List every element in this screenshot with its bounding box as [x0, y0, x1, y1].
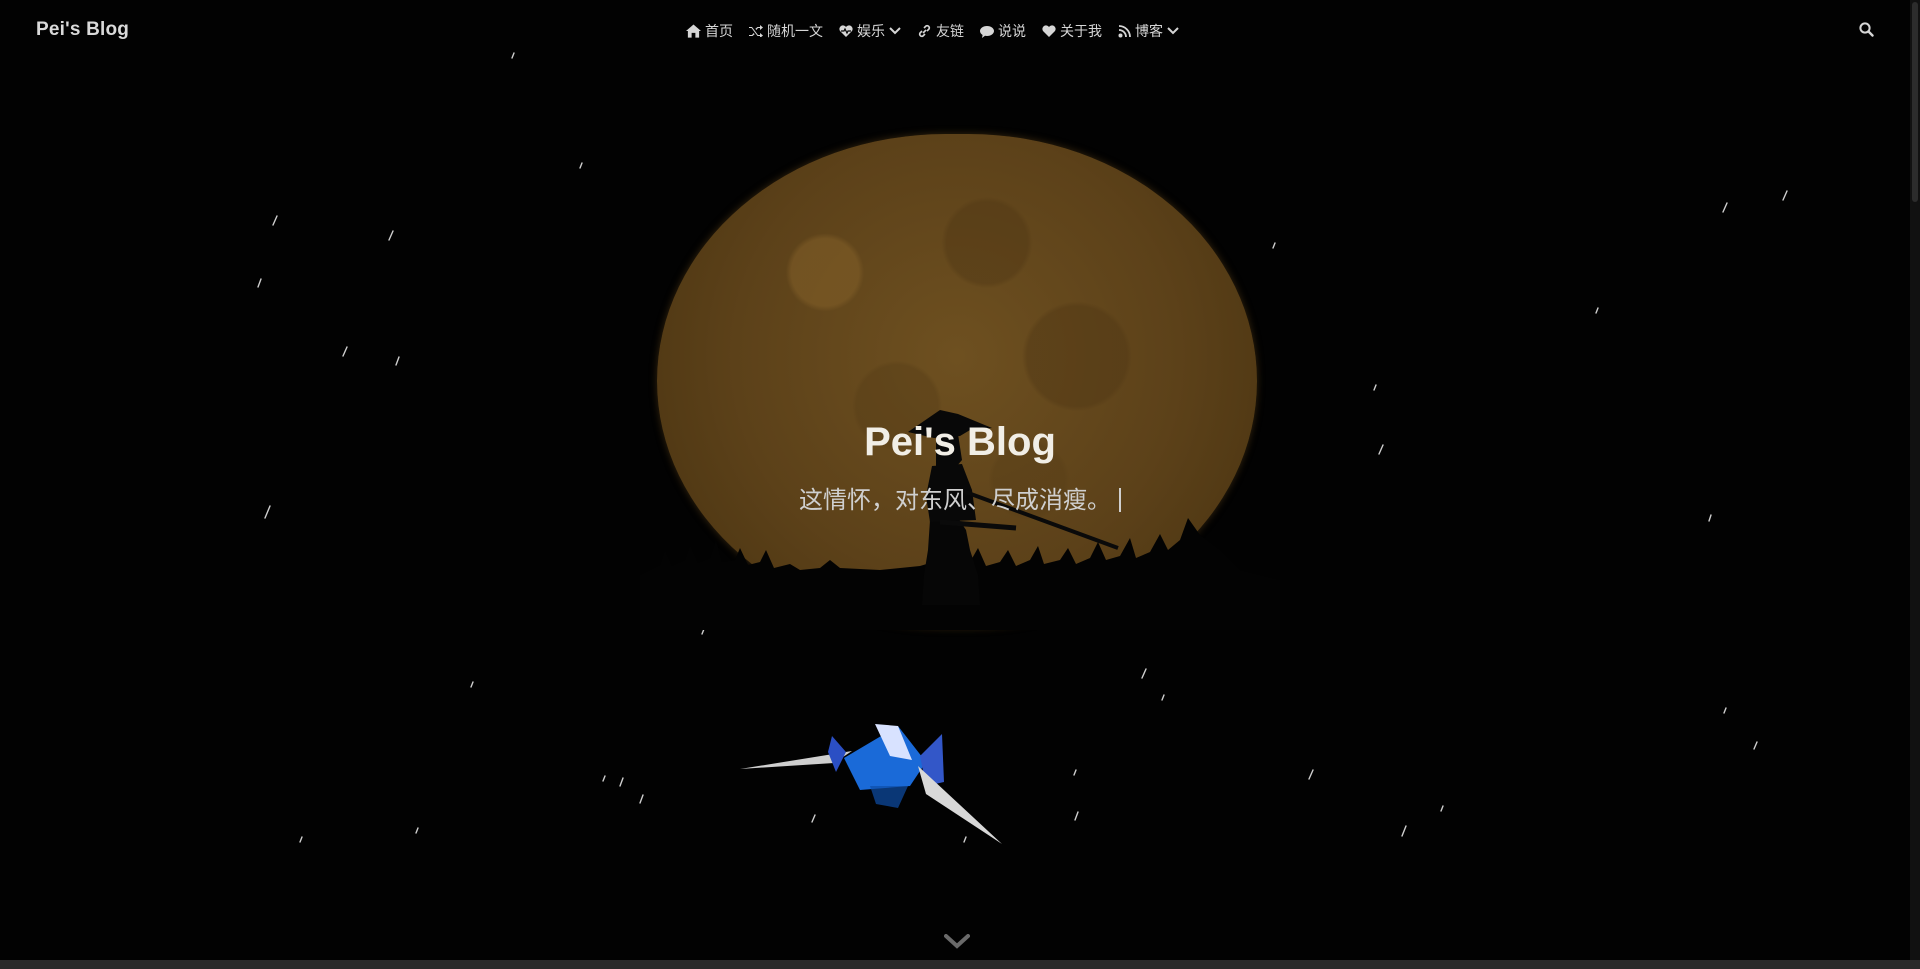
bird-shadow: [870, 786, 908, 808]
link-icon: [918, 24, 931, 38]
rain-drop: [342, 346, 348, 357]
rain-drop: [579, 162, 583, 169]
search-icon: [1859, 22, 1874, 37]
rain-drop: [1074, 811, 1079, 821]
search-button[interactable]: [1859, 22, 1874, 42]
rain-drop: [1782, 190, 1788, 201]
nav-item-label: 博客: [1135, 23, 1163, 39]
rain-drop: [1308, 769, 1314, 780]
origami-bird: [740, 724, 1002, 844]
rain-drop: [272, 215, 278, 226]
rain-drop: [1073, 769, 1077, 776]
rain-drop: [1161, 694, 1165, 701]
heartbeat-icon: [839, 25, 853, 37]
rain-drop: [1401, 825, 1407, 837]
nav-item-label: 随机一文: [767, 23, 823, 39]
nav-item-moments[interactable]: 说说: [980, 21, 1026, 41]
rain-drop: [470, 681, 474, 688]
home-icon: [686, 24, 701, 38]
nav-item-label: 娱乐: [857, 23, 885, 39]
page: Pei's Blog 首页 随机一文 娱乐 友链 说说 关于我 博客 Pei's…: [0, 0, 1920, 969]
heart-icon: [1042, 25, 1056, 37]
rain-drop: [619, 777, 624, 787]
nav-item-label: 说说: [998, 23, 1026, 39]
rain-drop: [388, 230, 394, 241]
comment-icon: [980, 25, 994, 38]
blog-icon: [1118, 24, 1131, 37]
shuffle-icon: [749, 25, 763, 37]
nav-item-entertainment[interactable]: 娱乐: [839, 21, 901, 41]
site-brand[interactable]: Pei's Blog: [36, 19, 129, 41]
bird-left-fin: [828, 736, 846, 772]
rain-drop: [1708, 514, 1712, 522]
scroll-down-icon[interactable]: [944, 934, 970, 950]
rain-drop: [415, 827, 419, 834]
nav-item-label: 首页: [705, 23, 733, 39]
hero-subtitle-wrapper: 这情怀，对东风、尽成消瘦。: [0, 480, 1920, 515]
rain-drop: [1141, 668, 1147, 679]
rain-drop: [1373, 384, 1377, 391]
nav-item-links[interactable]: 友链: [917, 21, 964, 41]
hero-title: Pei's Blog: [864, 420, 1056, 464]
scrollbar-thumb[interactable]: [1912, 2, 1918, 202]
rain-drop: [1272, 242, 1276, 249]
nav-item-blog[interactable]: 博客: [1118, 21, 1179, 41]
rain-drop: [257, 278, 262, 288]
nav-item-label: 关于我: [1060, 23, 1102, 39]
nav-item-home[interactable]: 首页: [686, 21, 733, 41]
rain-drop: [1595, 307, 1599, 314]
rain-drop: [639, 794, 644, 804]
typing-cursor: [1119, 488, 1121, 512]
rain-drop: [602, 775, 606, 782]
nav-item-label: 友链: [936, 23, 964, 39]
nav-item-random[interactable]: 随机一文: [749, 21, 823, 41]
nav-item-about[interactable]: 关于我: [1042, 21, 1102, 41]
chevron-down-icon: [889, 27, 901, 35]
rain-drop: [1723, 707, 1727, 714]
rain-drop: [1440, 805, 1444, 812]
rain-drop: [1753, 741, 1758, 750]
top-navbar: Pei's Blog 首页 随机一文 娱乐 友链 说说 关于我 博客: [0, 0, 1908, 62]
rain-drop: [395, 356, 400, 366]
bottom-edge: [0, 960, 1920, 969]
bird-tail: [918, 766, 1002, 844]
chevron-down-icon: [1167, 27, 1179, 35]
hero-subtitle: 这情怀，对东风、尽成消瘦。: [799, 486, 1111, 514]
main-menu: 首页 随机一文 娱乐 友链 说说 关于我 博客: [686, 21, 1195, 41]
rain-drop: [299, 836, 303, 843]
rain-drop: [1722, 202, 1728, 213]
